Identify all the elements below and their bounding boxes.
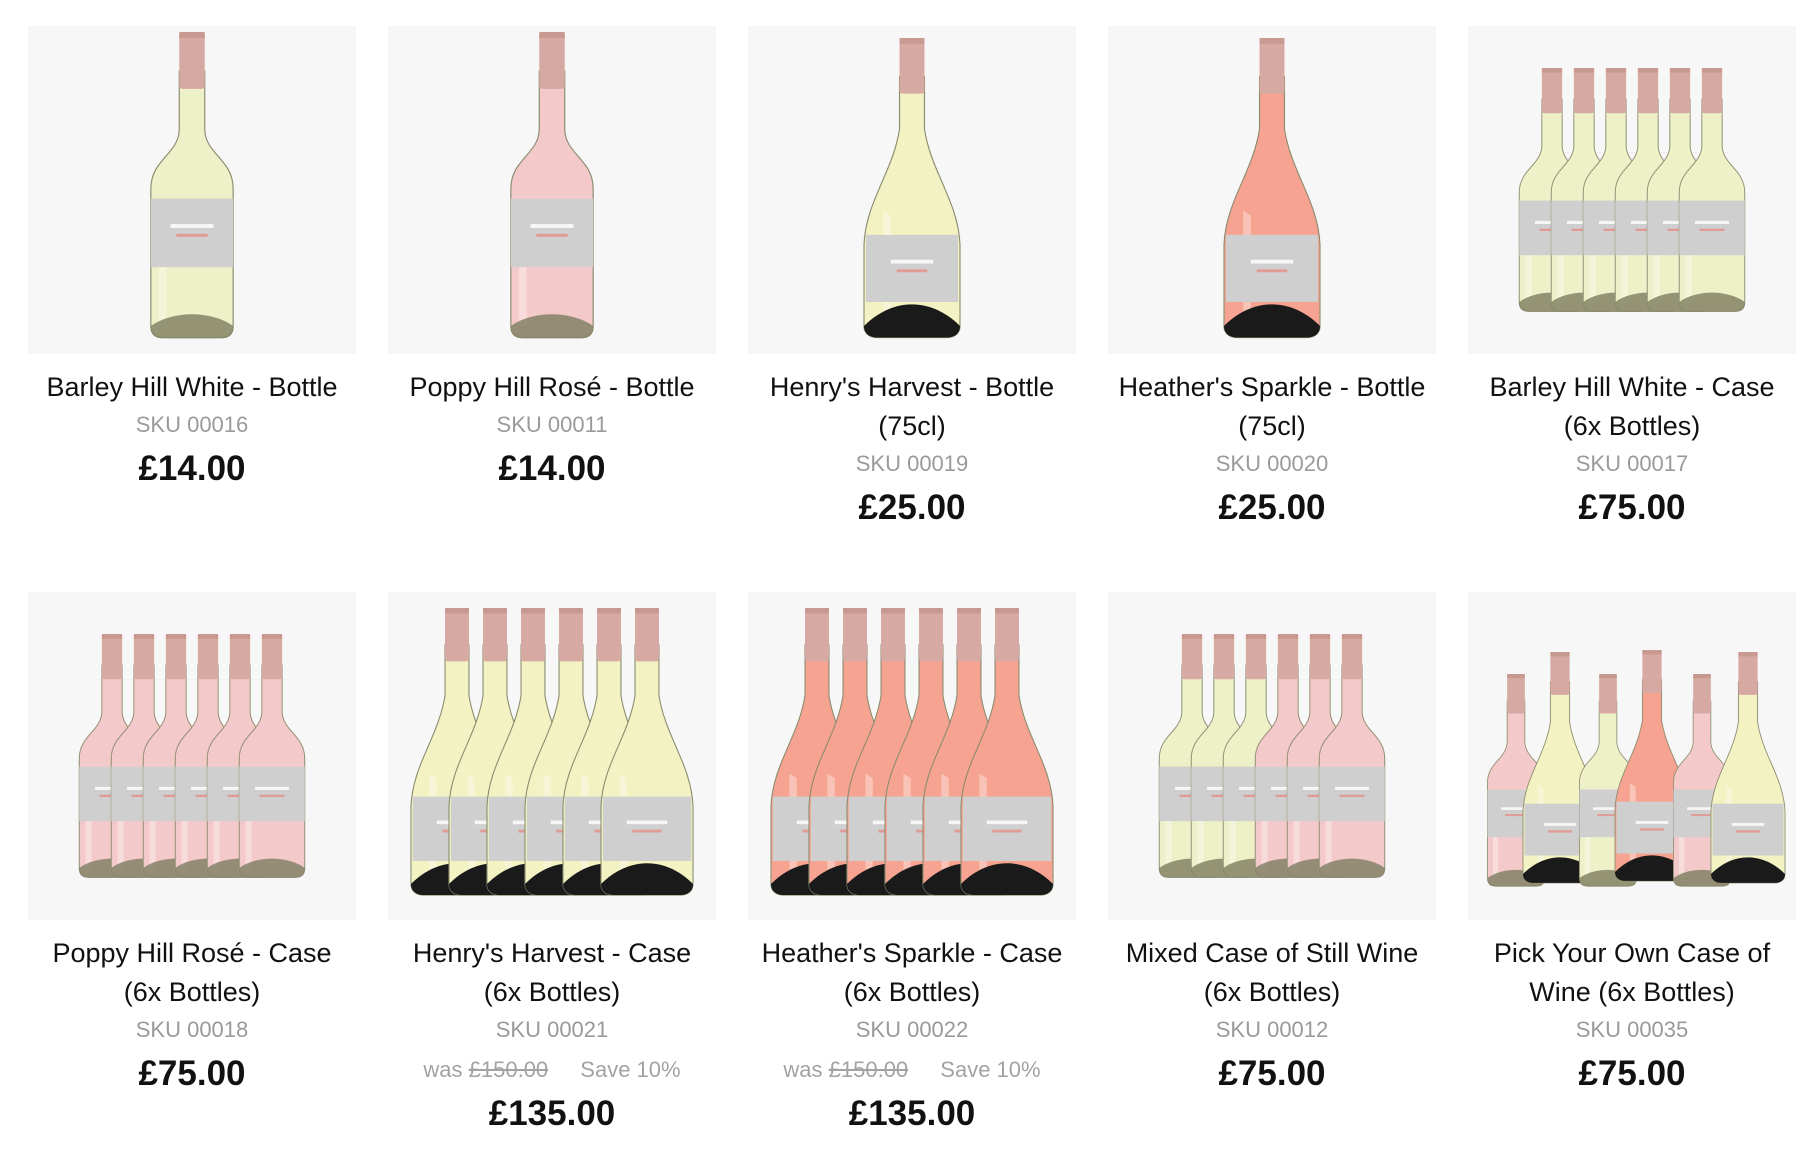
product-name[interactable]: Poppy Hill Rosé - Bottle [397,368,707,407]
product-name[interactable]: Henry's Harvest - Bottle (75cl) [757,368,1067,446]
sale-info: was £150.00 Save 10% [783,1052,1040,1088]
product-card[interactable]: Mixed Case of Still Wine (6x Bottles) SK… [1108,592,1436,1158]
product-price: £25.00 [1218,488,1326,527]
product-price: £135.00 [488,1094,616,1133]
product-name[interactable]: Pick Your Own Case of Wine (6x Bottles) [1477,934,1787,1012]
product-card[interactable]: Poppy Hill Rosé - Bottle SKU 00011 £14.0… [388,26,716,592]
product-price: £75.00 [138,1054,246,1093]
product-image[interactable] [1108,26,1436,354]
product-name[interactable]: Heather's Sparkle - Case (6x Bottles) [757,934,1067,1012]
product-name[interactable]: Barley Hill White - Case (6x Bottles) [1477,368,1787,446]
was-label: was [423,1057,463,1082]
product-sku: SKU 00017 [1575,451,1689,476]
product-image[interactable] [748,592,1076,920]
product-sku: SKU 00020 [1215,451,1329,476]
product-image[interactable] [1108,592,1436,920]
product-price: £75.00 [1218,1054,1326,1093]
product-sku: SKU 00019 [855,451,969,476]
product-sku: SKU 00018 [135,1017,249,1042]
product-sku: SKU 00022 [855,1017,969,1042]
product-card[interactable]: Poppy Hill Rosé - Case (6x Bottles) SKU … [28,592,356,1158]
product-image[interactable] [1468,26,1796,354]
original-price: £150.00 [468,1057,549,1082]
product-sku: SKU 00035 [1575,1017,1689,1042]
bottle-icon [863,38,961,339]
product-name[interactable]: Henry's Harvest - Case (6x Bottles) [397,934,707,1012]
product-sku: SKU 00021 [495,1017,609,1042]
original-price: £150.00 [828,1057,909,1082]
product-card[interactable]: Heather's Sparkle - Case (6x Bottles) SK… [748,592,1076,1158]
product-name[interactable]: Barley Hill White - Bottle [37,368,347,407]
product-sku: SKU 00012 [1215,1017,1329,1042]
product-price: £75.00 [1578,488,1686,527]
product-price: £14.00 [138,449,246,488]
product-image[interactable] [748,26,1076,354]
product-card[interactable]: Pick Your Own Case of Wine (6x Bottles) … [1468,592,1796,1158]
product-image[interactable] [28,592,356,920]
product-card[interactable]: Barley Hill White - Bottle SKU 00016 £14… [28,26,356,592]
product-card[interactable]: Barley Hill White - Case (6x Bottles) SK… [1468,26,1796,592]
product-name[interactable]: Heather's Sparkle - Bottle (75cl) [1117,368,1427,446]
product-price: £25.00 [858,488,966,527]
product-grid: Barley Hill White - Bottle SKU 00016 £14… [28,26,1796,1158]
product-image[interactable] [28,26,356,354]
product-image[interactable] [388,592,716,920]
bottle-icon [1223,38,1321,339]
product-card[interactable]: Henry's Harvest - Bottle (75cl) SKU 0001… [748,26,1076,592]
bottle-icon [510,32,594,339]
product-card[interactable]: Henry's Harvest - Case (6x Bottles) SKU … [388,592,716,1158]
product-sku: SKU 00016 [135,412,249,437]
product-name[interactable]: Mixed Case of Still Wine (6x Bottles) [1117,934,1427,1012]
sale-info: was £150.00 Save 10% [423,1052,680,1088]
discount-label: Save 10% [580,1057,681,1082]
was-label: was [783,1057,823,1082]
discount-label: Save 10% [940,1057,1041,1082]
product-image[interactable] [1468,592,1796,920]
bottle-icon [150,32,234,339]
product-price: £14.00 [498,449,606,488]
product-card[interactable]: Heather's Sparkle - Bottle (75cl) SKU 00… [1108,26,1436,592]
product-price: £135.00 [848,1094,976,1133]
product-price: £75.00 [1578,1054,1686,1093]
product-image[interactable] [388,26,716,354]
product-sku: SKU 00011 [496,412,608,437]
product-name[interactable]: Poppy Hill Rosé - Case (6x Bottles) [37,934,347,1012]
